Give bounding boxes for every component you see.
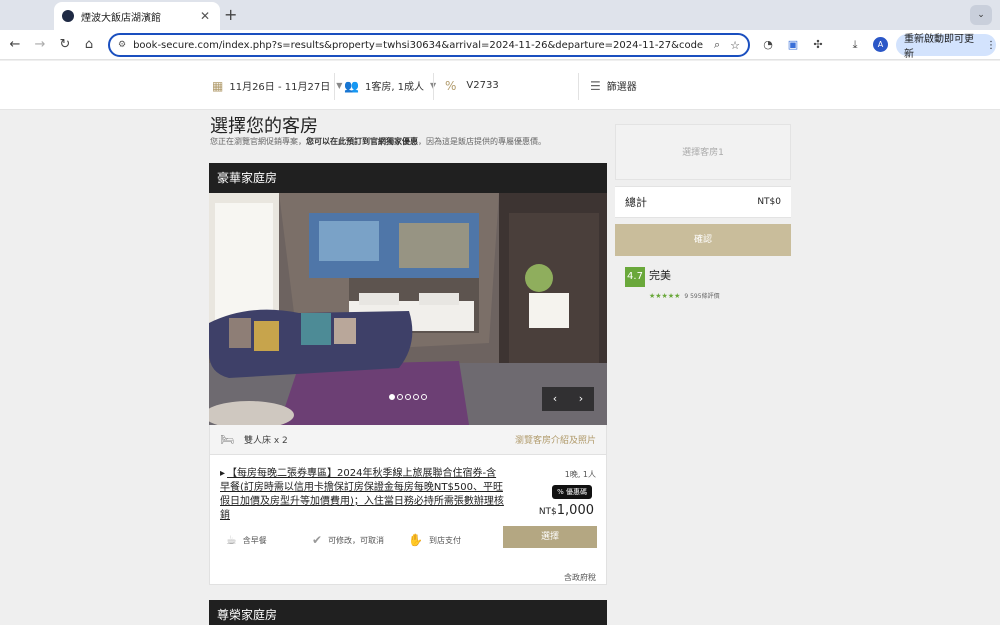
zoom-icon[interactable]: ⌕ — [714, 38, 720, 52]
bed-icon: 🛏 — [220, 433, 234, 446]
home-icon[interactable]: ⌂ — [80, 36, 98, 54]
extensions-puzzle-icon[interactable]: ✣ — [810, 37, 826, 53]
select-room-placeholder: 選擇客房1 — [615, 124, 791, 180]
price-amount: 1,000 — [556, 503, 594, 518]
occupancy: 1晚, 1人 — [564, 470, 596, 479]
carousel-next-icon[interactable]: › — [568, 387, 594, 411]
rate-plan: 【每房每晚二張券專區】2024年秋季線上旅展聯合住宿券-含早餐(訂房時需以信用卡… — [209, 455, 607, 585]
sliders-icon: ☰ — [590, 78, 601, 93]
percent-icon: % — [445, 78, 457, 93]
total-row: 總計 NT$0 — [615, 186, 791, 218]
carousel-dot[interactable] — [421, 394, 427, 400]
room-card: 尊榮家庭房 — [209, 600, 607, 625]
select-rate-button[interactable]: 選擇 — [503, 526, 597, 548]
price-currency: NT$ — [538, 507, 557, 517]
rating-score: 4.7 — [625, 267, 645, 287]
page-subtitle: 您正在瀏覽官網促銷專案，您可以在此預訂到官網獨家優惠，因為這是飯店提供的專屬優惠… — [210, 136, 546, 147]
coffee-cup-icon: ☕ — [226, 533, 237, 547]
promo-code-field[interactable]: % V2733 — [445, 61, 499, 110]
filter-label: 篩選器 — [606, 82, 637, 93]
rating-details: 完美 ★★★★★ 9 595條評價 — [649, 267, 720, 302]
star-rating-icon: ★★★★★ — [649, 292, 681, 300]
browser-toolbar: ← → ↻ ⌂ ⚙ book-secure.com/index.php?s=re… — [0, 30, 1000, 60]
pay-at-hotel-icon: ✋ — [408, 533, 423, 547]
feature-label: 可修改，可取消 — [328, 535, 385, 545]
guests-icon: 👥 — [344, 78, 359, 93]
url-text: book-secure.com/index.php?s=results&prop… — [133, 39, 704, 51]
tab-title: 煙波大飯店湖濱館 — [81, 12, 161, 24]
guest-selector[interactable]: 👥 1客房, 1成人 ▼ — [344, 61, 436, 110]
bookmark-star-icon[interactable]: ☆ — [730, 39, 740, 52]
subtitle-text: ，因為這是飯店提供的專屬優惠價。 — [418, 137, 546, 146]
calendar-icon: ▦ — [212, 78, 224, 93]
reload-icon[interactable]: ↻ — [56, 36, 74, 54]
site-favicon-icon — [62, 10, 74, 22]
total-label: 總計 — [625, 196, 647, 209]
carousel-indicators[interactable] — [389, 394, 429, 400]
carousel-dot[interactable] — [389, 394, 395, 400]
rating-stars-row: ★★★★★ 9 595條評價 — [649, 283, 720, 302]
bed-type: 雙人床 x 2 — [243, 436, 288, 446]
forward-icon[interactable]: → — [31, 36, 49, 54]
review-count: 9 595條評價 — [684, 293, 720, 300]
total-amount: NT$0 — [757, 197, 781, 207]
filter-button[interactable]: ☰ 篩選器 — [590, 61, 637, 110]
feature-payment: ✋ 到店支付 — [408, 533, 461, 547]
promo-code-value: V2733 — [466, 80, 499, 91]
date-selector[interactable]: ▦ 11月26日 - 11月27日 ▼ — [212, 61, 342, 110]
download-icon[interactable]: ⤓ — [847, 37, 863, 53]
update-label: 重新啟動即可更新 — [904, 34, 974, 60]
date-range: 11月26日 - 11月27日 — [229, 82, 331, 93]
confirm-button[interactable]: 確認 — [615, 224, 791, 256]
room-details-link[interactable]: 瀏覽客房介紹及照片 — [515, 433, 596, 446]
extension-icon[interactable]: ◔ — [760, 37, 776, 53]
room-title: 豪華家庭房 — [209, 163, 607, 193]
divider — [334, 73, 335, 100]
tab-search-chevron-icon[interactable]: ⌄ — [970, 5, 992, 25]
rating-label: 完美 — [649, 269, 671, 282]
bed-info-row: 🛏 雙人床 x 2 瀏覽客房介紹及照片 — [209, 425, 607, 455]
tax-note: 含政府稅 — [564, 573, 596, 582]
review-summary[interactable]: 4.7 完美 ★★★★★ 9 595條評價 — [625, 267, 720, 302]
subtitle-text: 您正在瀏覽官網促銷專案， — [210, 137, 306, 146]
profile-avatar[interactable]: A — [873, 37, 888, 52]
rate-plan-name[interactable]: 【每房每晚二張券專區】2024年秋季線上旅展聯合住宿券-含早餐(訂房時需以信用卡… — [220, 467, 505, 523]
feature-label: 含早餐 — [242, 535, 267, 545]
rate-price: NT$1,000 — [539, 503, 594, 518]
feature-breakfast: ☕ 含早餐 — [226, 533, 267, 547]
divider — [433, 73, 434, 100]
feature-cancellation: ✔ 可修改，可取消 — [312, 533, 384, 547]
browser-tabstrip: 煙波大飯店湖濱館 ✕ + ⌄ — [0, 0, 1000, 30]
carousel-dot[interactable] — [397, 394, 403, 400]
page-title: 選擇您的客房 — [210, 116, 318, 137]
check-icon: ✔ — [312, 533, 323, 547]
carousel-dot[interactable] — [405, 394, 411, 400]
site-info-icon[interactable]: ⚙ — [118, 40, 126, 50]
booking-summary: 選擇客房1 總計 NT$0 確認 — [615, 124, 791, 256]
subtitle-bold: 您可以在此預訂到官網獨家優惠 — [306, 137, 418, 146]
close-tab-icon[interactable]: ✕ — [198, 9, 212, 23]
carousel-dot[interactable] — [413, 394, 419, 400]
translate-icon[interactable]: ▣ — [785, 37, 801, 53]
carousel-prev-icon[interactable]: ‹ — [542, 387, 568, 411]
more-menu-icon[interactable]: ⋮ — [986, 40, 996, 51]
booking-filter-bar: ▦ 11月26日 - 11月27日 ▼ 👥 1客房, 1成人 ▼ % V2733… — [0, 61, 1000, 110]
room-card: 豪華家庭房 ‹ › 🛏 雙人床 x 2 瀏覽客房介紹及照片 ▸ 【每房每晚二張券… — [209, 163, 607, 585]
update-button[interactable]: 重新啟動即可更新 ⋮ — [896, 34, 996, 60]
back-icon[interactable]: ← — [6, 36, 24, 54]
room-photo-carousel[interactable]: ‹ › — [209, 193, 607, 425]
divider — [578, 73, 579, 100]
browser-tab[interactable]: 煙波大飯店湖濱館 ✕ — [54, 2, 220, 30]
address-bar[interactable]: ⚙ book-secure.com/index.php?s=results&pr… — [108, 33, 750, 57]
feature-label: 到店支付 — [428, 535, 461, 545]
room-title: 尊榮家庭房 — [209, 600, 607, 625]
promo-badge: % 優惠碼 — [552, 485, 592, 499]
chevron-down-icon: ▼ — [336, 81, 343, 90]
guest-count: 1客房, 1成人 — [364, 82, 425, 93]
new-tab-icon[interactable]: + — [224, 5, 237, 24]
